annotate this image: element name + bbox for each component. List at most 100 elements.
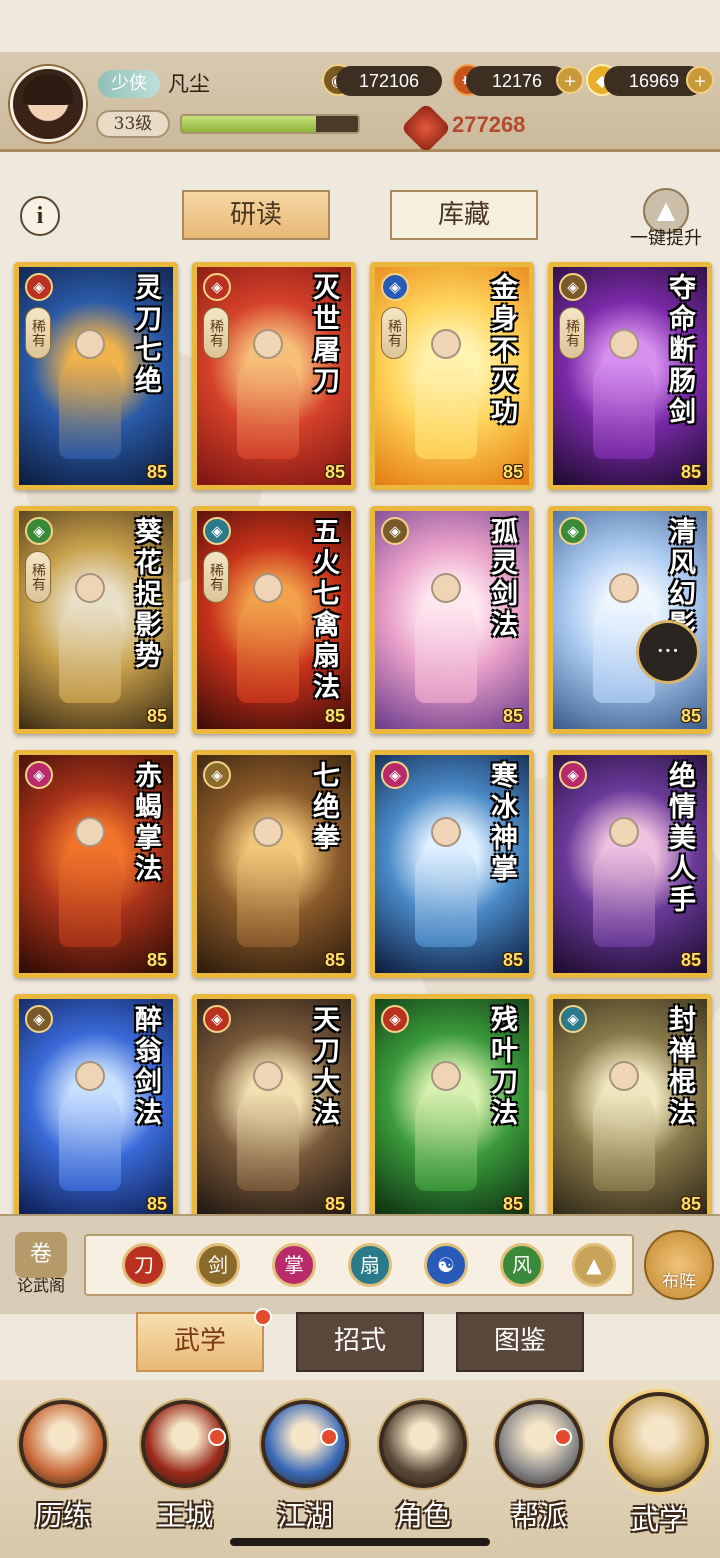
character-head (609, 329, 639, 359)
card-name: 赤蝎掌法 (130, 761, 161, 885)
fist-icon: ◈ (203, 761, 231, 789)
rarity-tag: 稀有 (203, 551, 229, 603)
skill-card[interactable]: ◈ 稀有 夺命断肠剑 85 (548, 262, 712, 490)
character-body (593, 1091, 655, 1191)
avatar[interactable] (10, 66, 86, 142)
character-body (237, 1091, 299, 1191)
player-name: 凡尘 (168, 72, 210, 96)
combat-power-value: 277268 (452, 112, 526, 137)
skill-card[interactable]: ◈ 寒冰神掌 85 (370, 750, 534, 978)
nav-icon (261, 1400, 349, 1488)
nav-item[interactable]: 王城 (130, 1400, 240, 1550)
leaf-filter-icon[interactable]: 风 (500, 1243, 544, 1287)
card-level: 85 (680, 706, 701, 726)
exp-bar-fill (182, 116, 316, 132)
chat-bubble-icon[interactable]: ··· (636, 620, 700, 684)
card-level: 85 (680, 950, 701, 970)
skill-card[interactable]: ◈ 封禅棍法 85 (548, 994, 712, 1222)
upgrade-all-button[interactable]: ▲ 一键提升 (618, 188, 714, 249)
character-head (431, 329, 461, 359)
skill-card[interactable]: ◈ 孤灵剑法 85 (370, 506, 534, 734)
card-name: 寒冰神掌 (486, 761, 517, 885)
character-head (253, 817, 283, 847)
skill-card[interactable]: ◈ 稀有 五火七禽扇法 85 (192, 506, 356, 734)
character-head (431, 1061, 461, 1091)
taiji-filter-icon[interactable]: ☯ (424, 1243, 468, 1287)
skill-card[interactable]: ◈ 稀有 灵刀七绝 85 (14, 262, 178, 490)
skill-card[interactable]: ◈ 清风幻影 85 (548, 506, 712, 734)
nav-label: 王城 (156, 1499, 213, 1532)
skill-card[interactable]: ◈ 醉翁剑法 85 (14, 994, 178, 1222)
character-head (431, 817, 461, 847)
fan-filter-icon[interactable]: 扇 (348, 1243, 392, 1287)
character-body (59, 603, 121, 703)
character-body (415, 847, 477, 947)
character-head (609, 573, 639, 603)
card-level: 85 (502, 950, 523, 970)
character-body (415, 603, 477, 703)
card-level: 85 (146, 1194, 167, 1214)
blade-filter-icon[interactable]: 刀 (122, 1243, 166, 1287)
palm-filter-icon[interactable]: 掌 (272, 1243, 316, 1287)
character-head (253, 1061, 283, 1091)
leaf-icon: ◈ (559, 517, 587, 545)
skill-card[interactable]: ◈ 残叶刀法 85 (370, 994, 534, 1222)
skill-card[interactable]: ◈ 七绝拳 85 (192, 750, 356, 978)
martial-notification-dot (254, 1308, 272, 1326)
skill-card[interactable]: ◈ 稀有 葵花捉影势 85 (14, 506, 178, 734)
nav-item[interactable]: 历练 (8, 1400, 118, 1550)
card-level: 85 (146, 950, 167, 970)
rarity-tag: 稀有 (381, 307, 407, 359)
rarity-tag: 稀有 (559, 307, 585, 359)
tab-storage[interactable]: 库藏 (390, 190, 538, 240)
fan-icon: ◈ (559, 1005, 587, 1033)
nav-notification-dot (554, 1428, 572, 1446)
skill-card[interactable]: ◈ 稀有 灭世屠刀 85 (192, 262, 356, 490)
subtab-moves[interactable]: 招式 (296, 1312, 424, 1372)
nav-item[interactable]: 武学 (604, 1392, 714, 1542)
title-chip: 少侠 (98, 70, 160, 98)
card-name: 孤灵剑法 (486, 517, 517, 641)
nav-item[interactable]: 角色 (368, 1400, 478, 1550)
info-button[interactable]: i (20, 196, 60, 236)
nav-icon (609, 1392, 709, 1492)
subtab-atlas[interactable]: 图鉴 (456, 1312, 584, 1372)
subtab-martial[interactable]: 武学 (136, 1312, 264, 1372)
rarity-tag: 稀有 (25, 551, 51, 603)
card-name: 葵花捉影势 (130, 517, 161, 672)
taiji-icon: ◈ (381, 273, 409, 301)
sword-filter-icon[interactable]: 剑 (196, 1243, 240, 1287)
character-body (59, 1091, 121, 1191)
character-head (75, 329, 105, 359)
skill-card[interactable]: ◈ 赤蝎掌法 85 (14, 750, 178, 978)
discuss-hall-button[interactable]: 卷 论武阁 (8, 1232, 74, 1298)
blade-icon: ◈ (381, 1005, 409, 1033)
skill-card[interactable]: ◈ 稀有 金身不灭功 85 (370, 262, 534, 490)
character-body (59, 847, 121, 947)
tab-study[interactable]: 研读 (182, 190, 330, 240)
sword-icon: ◈ (381, 517, 409, 545)
add-spirit-icon[interactable]: + (556, 66, 584, 94)
nav-label: 江湖 (276, 1499, 333, 1532)
up-filter-icon[interactable]: ▲ (572, 1243, 616, 1287)
leaf-icon: ◈ (25, 517, 53, 545)
nav-item[interactable]: 帮派 (484, 1400, 594, 1550)
formation-button[interactable]: 布阵 (644, 1230, 714, 1300)
character-head (75, 1061, 105, 1091)
spirit-amount: 12176 (466, 66, 568, 96)
nav-icon (495, 1400, 583, 1488)
upgrade-all-label: 一键提升 (630, 228, 702, 249)
blade-icon: ◈ (203, 1005, 231, 1033)
skill-card[interactable]: ◈ 天刀大法 85 (192, 994, 356, 1222)
formation-label: 布阵 (662, 1272, 696, 1292)
add-gold-icon[interactable]: + (686, 66, 714, 94)
character-body (59, 359, 121, 459)
nav-item[interactable]: 江湖 (250, 1400, 360, 1550)
card-level: 85 (680, 1194, 701, 1214)
card-level: 85 (324, 462, 345, 482)
skill-card[interactable]: ◈ 绝情美人手 85 (548, 750, 712, 978)
character-body (237, 847, 299, 947)
character-body (237, 359, 299, 459)
card-name: 七绝拳 (308, 761, 339, 854)
level-badge: 33级 (96, 110, 170, 138)
